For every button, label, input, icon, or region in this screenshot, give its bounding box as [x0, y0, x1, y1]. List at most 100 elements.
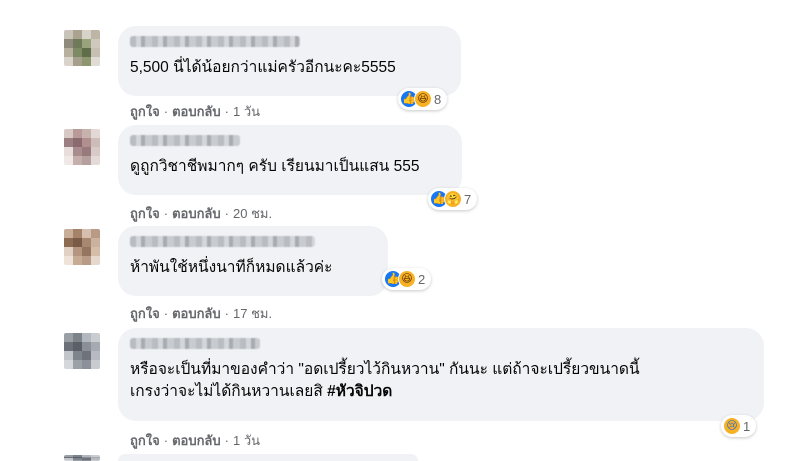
- avatar[interactable]: [64, 229, 100, 265]
- like-button[interactable]: ถูกใจ: [130, 306, 160, 321]
- like-button[interactable]: ถูกใจ: [130, 104, 160, 119]
- avatar-pixel: [73, 129, 82, 138]
- commenter-name[interactable]: [130, 135, 240, 146]
- comment-timestamp[interactable]: 1 วัน: [233, 433, 260, 448]
- comment-timestamp[interactable]: 17 ชม.: [233, 306, 272, 321]
- avatar-pixel: [91, 360, 100, 369]
- avatar[interactable]: [64, 455, 100, 461]
- haha-reaction-icon: 😆: [414, 90, 432, 108]
- comment-actions: ถูกใจ · ตอบกลับ · 1 วัน: [130, 433, 261, 448]
- avatar-pixel: [64, 30, 73, 39]
- sad-reaction-icon: 😢: [723, 417, 741, 435]
- comment-bubble: หรือจะเป็นที่มาของคำว่า "อดเปรี้ยวไว้กิน…: [118, 328, 764, 421]
- avatar-pixel: [82, 247, 91, 256]
- avatar-pixel: [91, 247, 100, 256]
- hashtag-link[interactable]: #หัวจิปวด: [327, 383, 392, 400]
- avatar-pixel: [73, 147, 82, 156]
- avatar-pixel: [73, 138, 82, 147]
- avatar-pixel: [64, 247, 73, 256]
- avatar-pixel: [82, 229, 91, 238]
- haha-reaction-icon: 😆: [398, 270, 416, 288]
- avatar-pixel: [82, 156, 91, 165]
- avatar-pixel: [73, 156, 82, 165]
- like-button[interactable]: ถูกใจ: [130, 206, 160, 221]
- avatar-pixel: [82, 138, 91, 147]
- reaction-summary[interactable]: 👍 😆 2: [382, 268, 432, 290]
- reaction-summary[interactable]: 👍 😆 8: [398, 88, 448, 110]
- avatar-pixel: [73, 48, 82, 57]
- avatar-pixel: [73, 256, 82, 265]
- avatar-pixel: [64, 333, 73, 342]
- avatar-pixel: [73, 229, 82, 238]
- comment-text-line-1: หรือจะเป็นที่มาของคำว่า "อดเปรี้ยวไว้กิน…: [130, 361, 640, 378]
- avatar-pixel: [91, 229, 100, 238]
- avatar-pixel: [82, 147, 91, 156]
- comment-timestamp[interactable]: 1 วัน: [233, 104, 260, 119]
- avatar-pixel: [91, 351, 100, 360]
- avatar-pixel: [73, 39, 82, 48]
- comment-actions: ถูกใจ · ตอบกลับ · 20 ชม.: [130, 206, 273, 221]
- comment-bubble: [118, 454, 418, 461]
- reaction-summary[interactable]: 😢 1: [721, 415, 757, 437]
- avatar-pixel: [64, 57, 73, 66]
- care-reaction-icon: 🤗: [444, 190, 462, 208]
- avatar-pixel: [82, 238, 91, 247]
- avatar-pixel: [73, 238, 82, 247]
- reply-button[interactable]: ตอบกลับ: [172, 433, 221, 448]
- avatar-pixel: [91, 30, 100, 39]
- commenter-name[interactable]: [130, 236, 315, 247]
- avatar-pixel: [64, 147, 73, 156]
- reply-button[interactable]: ตอบกลับ: [172, 206, 221, 221]
- reaction-count: 1: [743, 418, 751, 434]
- avatar-pixel: [64, 229, 73, 238]
- reply-button[interactable]: ตอบกลับ: [172, 104, 221, 119]
- comment-actions: ถูกใจ · ตอบกลับ · 1 วัน: [130, 104, 261, 119]
- avatar-pixel: [64, 129, 73, 138]
- avatar-pixel: [64, 138, 73, 147]
- avatar-pixel: [82, 129, 91, 138]
- avatar[interactable]: [64, 333, 100, 369]
- avatar-pixel: [91, 138, 100, 147]
- avatar-pixel: [91, 256, 100, 265]
- comment-text-line-2: เกรงว่าจะไม่ได้กินหวานเลยสิ #หัวจิปวด: [130, 381, 752, 403]
- reaction-count: 2: [418, 271, 426, 287]
- avatar[interactable]: [64, 129, 100, 165]
- avatar-pixel: [82, 39, 91, 48]
- commenter-name[interactable]: [130, 36, 300, 47]
- avatar-pixel: [91, 48, 100, 57]
- reply-button[interactable]: ตอบกลับ: [172, 306, 221, 321]
- avatar-pixel: [64, 48, 73, 57]
- reaction-count: 8: [434, 91, 442, 107]
- comment-actions: ถูกใจ · ตอบกลับ · 17 ชม.: [130, 306, 273, 321]
- avatar-pixel: [82, 333, 91, 342]
- avatar-pixel: [91, 333, 100, 342]
- avatar-pixel: [82, 30, 91, 39]
- comment-bubble: ดูถูกวิชาชีพมากๆ ครับ เรียนมาเป็นแสน 555: [118, 125, 462, 195]
- avatar[interactable]: [64, 30, 100, 66]
- reaction-summary[interactable]: 👍 🤗 7: [428, 188, 478, 210]
- avatar-pixel: [91, 129, 100, 138]
- comment-text: 5,500 นี่ได้น้อยกว่าแม่ครัวอีกนะคะ5555: [130, 59, 396, 76]
- avatar-pixel: [73, 342, 82, 351]
- avatar-pixel: [82, 351, 91, 360]
- like-button[interactable]: ถูกใจ: [130, 433, 160, 448]
- comment-bubble: ห้าพันใช้หนึ่งนาทีก็หมดแล้วค่ะ: [118, 226, 388, 296]
- avatar-pixel: [91, 238, 100, 247]
- comment-timestamp[interactable]: 20 ชม.: [233, 206, 272, 221]
- comment-text: ดูถูกวิชาชีพมากๆ ครับ เรียนมาเป็นแสน 555: [130, 158, 420, 175]
- avatar-pixel: [73, 247, 82, 256]
- avatar-pixel: [64, 156, 73, 165]
- comment-bubble: 5,500 นี่ได้น้อยกว่าแม่ครัวอีกนะคะ5555: [118, 26, 461, 96]
- commenter-name[interactable]: [130, 338, 260, 349]
- avatar-pixel: [73, 30, 82, 39]
- avatar-pixel: [82, 256, 91, 265]
- avatar-pixel: [91, 156, 100, 165]
- comment-text: เกรงว่าจะไม่ได้กินหวานเลยสิ: [130, 383, 323, 400]
- avatar-pixel: [73, 351, 82, 360]
- avatar-pixel: [82, 57, 91, 66]
- avatar-pixel: [73, 57, 82, 66]
- avatar-pixel: [91, 147, 100, 156]
- avatar-pixel: [91, 57, 100, 66]
- avatar-pixel: [64, 351, 73, 360]
- avatar-pixel: [82, 360, 91, 369]
